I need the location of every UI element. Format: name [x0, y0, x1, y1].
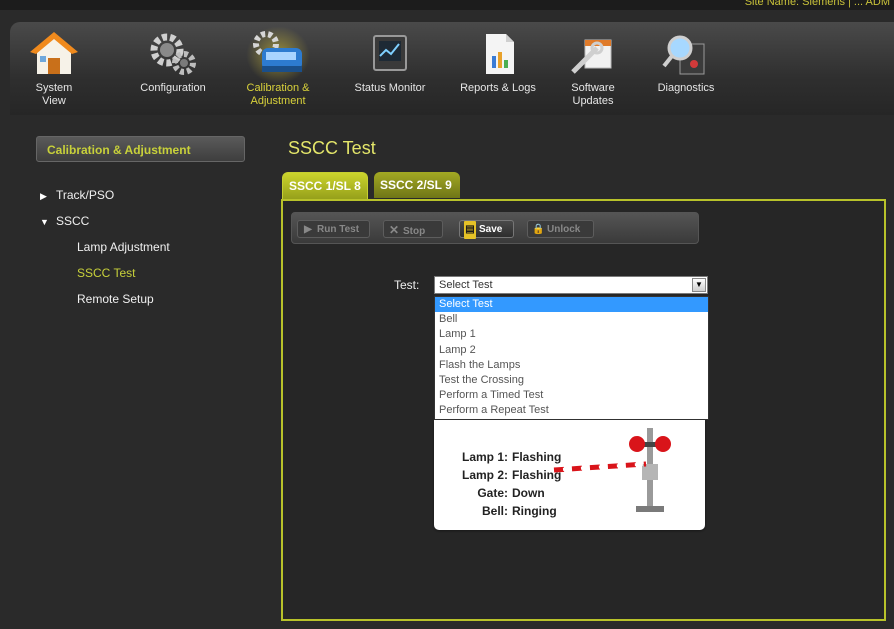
lock-icon: 🔒: [532, 224, 545, 235]
status-key: Gate:: [477, 486, 508, 500]
tool-label: Software Updates: [571, 82, 615, 107]
action-toolbar: ▶ Run Test ✕ Stop ▤ Save 🔒 Unlock: [291, 212, 699, 244]
main-toolbar: System View Configuration Calibration & …: [10, 22, 894, 115]
crossing-status-card: Lamp 1: Flashing Lamp 2: Flashing Gate: Dow…: [434, 420, 705, 530]
site-name: Site Name: Siemens | ... ADM: [744, 0, 890, 8]
tab-sscc1-sl8[interactable]: SSCC 1/SL 8: [282, 172, 368, 199]
dropdown-option[interactable]: Perform a Timed Test: [435, 388, 708, 403]
tool-label: System View: [35, 82, 73, 107]
play-icon: ▶: [304, 224, 312, 235]
caret-right-icon: ▶: [40, 191, 47, 201]
monitor-icon: [364, 30, 416, 78]
sidebar-item-sscc[interactable]: ▼ SSCC: [40, 214, 89, 228]
test-dropdown-list: Select Test Bell Lamp 1 Lamp 2 Flash the…: [434, 296, 709, 420]
tool-label: Diagnostics: [657, 82, 715, 94]
sidebar-item-remote-setup[interactable]: Remote Setup: [77, 292, 154, 306]
page-title: SSCC Test: [288, 138, 376, 158]
gate-status: Gate: Down: [434, 486, 545, 500]
caret-down-icon: ▼: [40, 217, 49, 227]
dropdown-option[interactable]: Perform a Repeat Test: [435, 403, 708, 418]
floppy-icon: ▤: [464, 221, 476, 239]
tool-diagnostics[interactable]: Diagnostics: [646, 22, 726, 115]
tool-label: Status Monitor: [354, 82, 426, 94]
chevron-down-icon[interactable]: ▼: [692, 278, 706, 292]
sidebar-item-label: Track/PSO: [56, 188, 115, 202]
tool-system-view[interactable]: System View: [24, 22, 84, 115]
save-button[interactable]: ▤ Save: [459, 220, 514, 239]
status-value: Down: [512, 486, 545, 500]
tool-label: Reports & Logs: [460, 82, 536, 94]
top-strip: Site Name: Siemens | ... ADM: [0, 0, 894, 10]
gears-icon: [147, 30, 199, 78]
tool-label: Calibration & Adjustment: [246, 82, 310, 107]
software-update-icon: [567, 30, 619, 78]
dropdown-option[interactable]: Test the Crossing: [435, 373, 708, 388]
diagnostics-icon: [660, 30, 712, 78]
x-icon: ✕: [388, 223, 400, 237]
tab-sscc2-sl9[interactable]: SSCC 2/SL 9: [374, 172, 460, 198]
sidebar-header: Calibration & Adjustment: [36, 136, 245, 162]
unlock-label: Unlock: [547, 224, 581, 235]
test-select[interactable]: Select Test ▼: [434, 276, 708, 294]
stop-button[interactable]: ✕ Stop: [383, 220, 443, 238]
dropdown-option[interactable]: Select Test: [435, 297, 708, 313]
tool-calibration-adjustment[interactable]: Calibration & Adjustment: [236, 22, 320, 115]
house-icon: [28, 30, 80, 78]
bell-status: Bell: Ringing: [434, 504, 557, 518]
lamp2-status: Lamp 2: Flashing: [434, 468, 561, 482]
tool-status-monitor[interactable]: Status Monitor: [350, 22, 430, 115]
run-test-button[interactable]: ▶ Run Test: [297, 220, 370, 238]
lamp1-status: Lamp 1: Flashing: [434, 450, 561, 464]
save-label: Save: [479, 224, 503, 235]
dropdown-option[interactable]: Lamp 2: [435, 343, 708, 358]
unlock-button[interactable]: 🔒 Unlock: [527, 220, 594, 238]
sidebar-item-lamp-adjustment[interactable]: Lamp Adjustment: [77, 240, 170, 254]
sidebar-item-track-pso[interactable]: ▶ Track/PSO: [40, 188, 114, 202]
dropdown-option[interactable]: Lamp 1: [435, 327, 708, 342]
tool-label: Configuration: [140, 82, 206, 94]
status-key: Lamp 1:: [461, 450, 508, 464]
dropdown-option[interactable]: Flash the Lamps: [435, 358, 708, 373]
run-test-label: Run Test: [317, 224, 360, 235]
status-key: Bell:: [481, 504, 508, 518]
status-key: Lamp 2:: [461, 468, 508, 482]
report-icon: [472, 30, 524, 78]
test-select-value: Select Test: [439, 279, 493, 291]
tool-reports-logs[interactable]: Reports & Logs: [452, 22, 544, 115]
crossing-gate-icon: [553, 428, 671, 512]
train-gears-icon: [246, 26, 310, 84]
sidebar-item-sscc-test[interactable]: SSCC Test: [77, 266, 135, 280]
sidebar-item-label: SSCC: [56, 214, 90, 228]
tool-configuration[interactable]: Configuration: [128, 22, 218, 115]
tool-software-updates[interactable]: Software Updates: [558, 22, 628, 115]
stop-label: Stop: [403, 226, 426, 237]
dropdown-option[interactable]: Bell: [435, 312, 708, 327]
test-label: Test:: [394, 278, 420, 292]
